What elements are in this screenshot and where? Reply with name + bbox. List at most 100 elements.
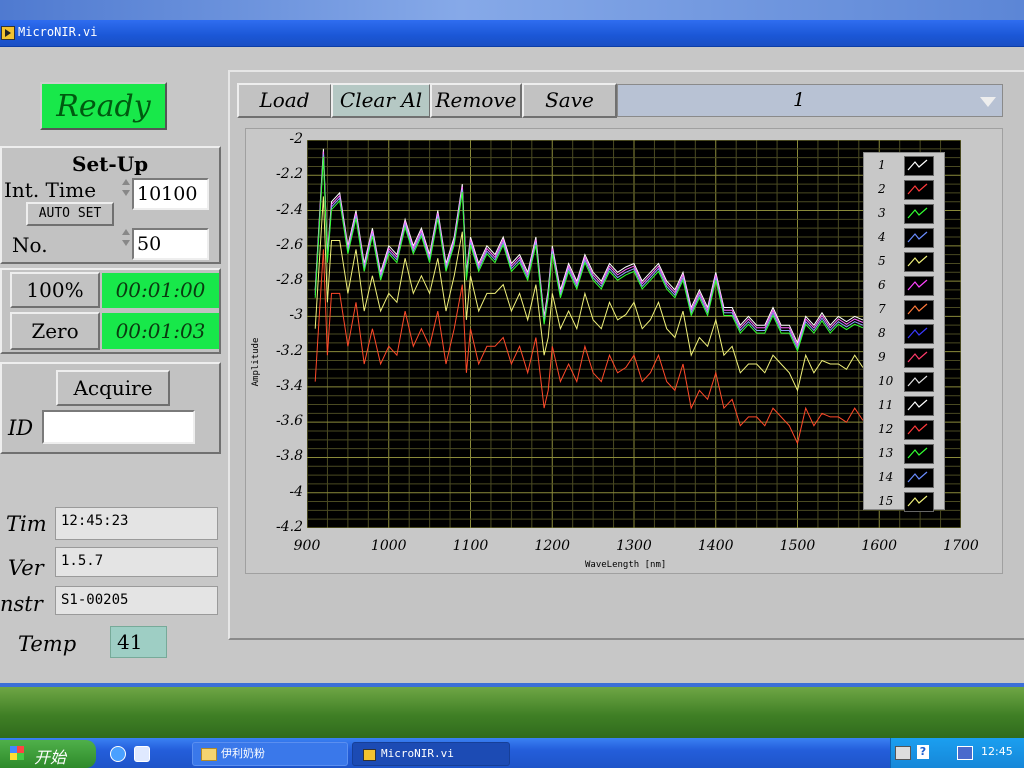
start-label: 开始 <box>34 748 67 767</box>
time-label: Tim <box>6 512 47 536</box>
legend-item-label: 4 <box>878 230 886 244</box>
taskbar-item-folder-label: 伊利奶粉 <box>221 747 265 760</box>
legend-item-label: 3 <box>878 206 886 220</box>
legend-swatch-icon[interactable] <box>904 228 934 248</box>
legend-item-label: 10 <box>878 374 894 388</box>
help-icon[interactable]: ? <box>917 745 929 759</box>
id-label: ID <box>8 416 34 440</box>
legend-item[interactable]: 14 <box>864 467 946 491</box>
legend-item-label: 2 <box>878 182 886 196</box>
y-tick-label: -2.2 <box>276 166 303 183</box>
legend-swatch-icon[interactable] <box>904 396 934 416</box>
start-button[interactable]: 开始 <box>0 740 96 768</box>
plot-legend[interactable]: 1 2 3 4 5 6 7 8 9 10 11 12 13 14 15 <box>863 152 946 512</box>
legend-swatch-icon[interactable] <box>904 156 934 176</box>
int-time-spinner-icon[interactable] <box>122 178 130 200</box>
legend-item-label: 8 <box>878 326 886 340</box>
legend-swatch-icon[interactable] <box>904 372 934 392</box>
legend-item[interactable]: 8 <box>864 323 946 347</box>
id-input[interactable] <box>42 410 195 444</box>
load-button[interactable]: Load <box>237 83 332 118</box>
quicklaunch-icon[interactable] <box>134 746 150 762</box>
remove-button[interactable]: Remove <box>430 83 522 118</box>
x-tick-label: 1200 <box>534 538 571 554</box>
x-tick-label: 1100 <box>452 538 489 554</box>
desktop-wallpaper <box>0 687 1024 739</box>
series-3-line <box>314 249 864 445</box>
legend-item[interactable]: 6 <box>864 275 946 299</box>
taskbar-item-micronir-label: MicroNIR.vi <box>381 747 454 760</box>
no-spinner-icon[interactable] <box>122 228 130 250</box>
spectrum-selector[interactable]: 1 <box>617 84 1003 117</box>
legend-item[interactable]: 13 <box>864 443 946 467</box>
legend-swatch-icon[interactable] <box>904 276 934 296</box>
version-label: Ver <box>8 556 44 580</box>
tray-clock: 12:45 <box>981 745 1013 758</box>
legend-swatch-icon[interactable] <box>904 468 934 488</box>
legend-item-label: 15 <box>878 494 894 508</box>
legend-item[interactable]: 5 <box>864 251 946 275</box>
legend-item-label: 1 <box>878 158 886 172</box>
auto-set-button[interactable]: AUTO SET <box>26 202 114 226</box>
legend-item[interactable]: 7 <box>864 299 946 323</box>
legend-item-label: 11 <box>878 398 894 412</box>
x-tick-label: 1000 <box>370 538 407 554</box>
window-titlebar[interactable]: MicroNIR.vi <box>0 20 1024 47</box>
instrument-display: S1-00205 <box>55 586 218 615</box>
acquire-button[interactable]: Acquire <box>56 370 170 406</box>
legend-item[interactable]: 9 <box>864 347 946 371</box>
legend-swatch-icon[interactable] <box>904 252 934 272</box>
legend-swatch-icon[interactable] <box>904 492 934 512</box>
no-input[interactable]: 50 <box>132 228 209 260</box>
ie-icon[interactable] <box>110 746 126 762</box>
network-icon[interactable] <box>957 746 973 760</box>
save-button[interactable]: Save <box>522 83 617 118</box>
temperature-display: 41 <box>110 626 167 658</box>
spectrum-selector-value: 1 <box>793 89 806 111</box>
x-tick-label: 1400 <box>697 538 734 554</box>
dropdown-arrow-icon[interactable] <box>980 97 996 107</box>
taskbar <box>0 738 1024 768</box>
zero-button[interactable]: Zero <box>10 312 100 350</box>
y-tick-label: -4.2 <box>276 519 303 535</box>
clear-all-button[interactable]: Clear Al <box>331 83 431 118</box>
x-tick-label: 1500 <box>779 538 816 554</box>
legend-swatch-icon[interactable] <box>904 348 934 368</box>
y-tick-label: -3.2 <box>276 342 303 359</box>
legend-swatch-icon[interactable] <box>904 300 934 320</box>
labview-icon <box>363 749 376 761</box>
legend-item[interactable]: 11 <box>864 395 946 419</box>
keyboard-icon[interactable] <box>895 746 911 760</box>
legend-swatch-icon[interactable] <box>904 204 934 224</box>
legend-swatch-icon[interactable] <box>904 324 934 344</box>
int-time-input[interactable]: 10100 <box>132 178 209 210</box>
taskbar-item-micronir[interactable]: MicroNIR.vi <box>352 742 510 766</box>
y-tick-label: -3.8 <box>276 448 303 465</box>
legend-item[interactable]: 3 <box>864 203 946 227</box>
legend-swatch-icon[interactable] <box>904 180 934 200</box>
legend-item[interactable]: 15 <box>864 491 946 515</box>
x-tick-label: 1700 <box>943 538 979 554</box>
status-indicator: Ready <box>40 82 167 130</box>
zero-time: 00:01:03 <box>102 313 219 349</box>
folder-icon <box>201 748 217 761</box>
x-axis-label: WaveLength [nm] <box>585 560 667 570</box>
legend-item-label: 5 <box>878 254 886 268</box>
reference-100-time: 00:01:00 <box>102 273 219 308</box>
y-tick-label: -3 <box>289 307 303 324</box>
time-display: 12:45:23 <box>55 507 218 540</box>
legend-item[interactable]: 12 <box>864 419 946 443</box>
system-tray: ? 12:45 <box>890 738 1024 768</box>
taskbar-item-folder[interactable]: 伊利奶粉 <box>192 742 348 766</box>
legend-item-label: 14 <box>878 470 894 484</box>
legend-item-label: 12 <box>878 422 894 436</box>
legend-item[interactable]: 2 <box>864 179 946 203</box>
reference-100-button[interactable]: 100% <box>10 272 100 308</box>
legend-item[interactable]: 1 <box>864 155 946 179</box>
legend-item[interactable]: 10 <box>864 371 946 395</box>
legend-swatch-icon[interactable] <box>904 420 934 440</box>
window-title: MicroNIR.vi <box>18 25 98 39</box>
legend-swatch-icon[interactable] <box>904 444 934 464</box>
legend-item[interactable]: 4 <box>864 227 946 251</box>
no-label: No. <box>12 233 48 257</box>
